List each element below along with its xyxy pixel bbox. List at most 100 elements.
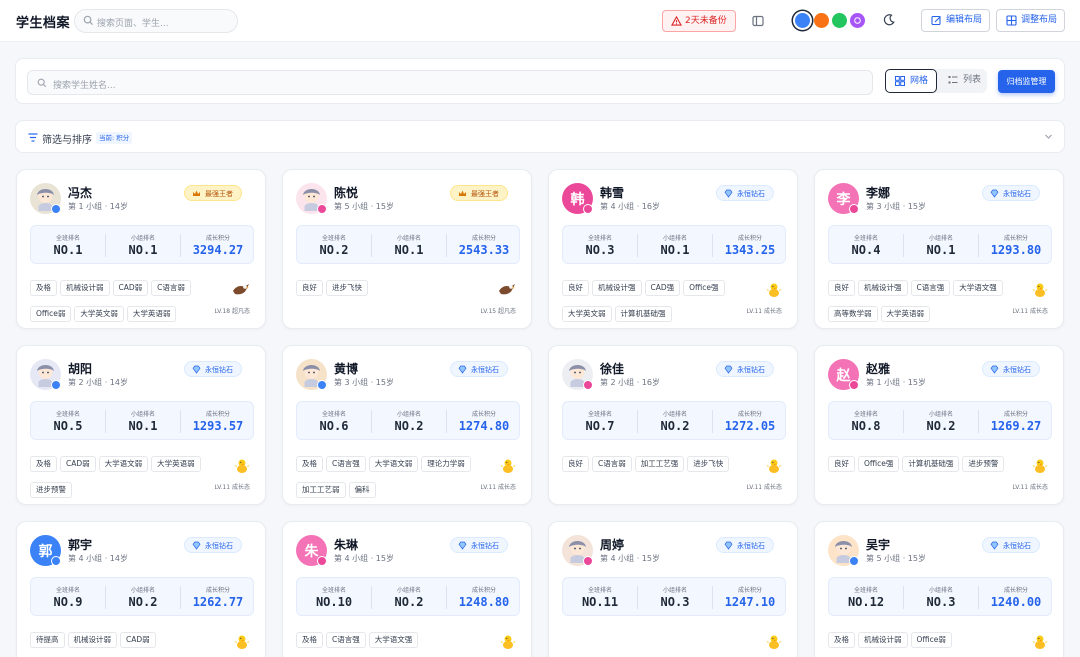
group-rank-value: NO.1: [660, 243, 690, 257]
male-gender-icon: [849, 556, 859, 566]
group-rank-label: 小组排名: [130, 235, 155, 242]
group-rank: 小组排名 NO.1: [106, 226, 180, 265]
level-text: LV.11 成长态: [746, 484, 782, 491]
group-rank: 小组排名 NO.1: [106, 402, 180, 441]
male-gender-icon: [51, 556, 61, 566]
growth-score-value: 2543.33: [458, 243, 510, 257]
student-tag: 及格: [828, 632, 855, 648]
overall-rank-value: NO.6: [319, 419, 349, 433]
student-tag: 良好: [828, 280, 855, 296]
theme-color-blue[interactable]: [795, 13, 810, 28]
grid-view-label: 网格: [910, 76, 929, 86]
theme-color-purple[interactable]: [850, 13, 865, 28]
student-name: 李娜: [866, 186, 891, 200]
growth-score-value: 1262.77: [192, 595, 244, 609]
overall-rank-value: NO.2: [319, 243, 349, 257]
student-group-age: 第 5 小组 · 15岁: [334, 202, 394, 211]
student-tag: 机械设计弱: [67, 632, 117, 648]
female-gender-icon: [317, 556, 327, 566]
edit-layout-button[interactable]: 编辑布局: [921, 9, 990, 32]
student-card[interactable]: 冯杰 第 1 小组 · 14岁 最强王者 全班排名 NO.1 小组排名 NO.1…: [16, 169, 266, 329]
student-tag: CAD强: [644, 280, 681, 296]
student-group-age: 第 5 小组 · 15岁: [866, 554, 926, 563]
student-tag: 进步预警: [30, 482, 72, 498]
overall-rank: 全班排名 NO.1: [31, 226, 105, 265]
student-card[interactable]: 周婷 第 4 小组 · 15岁 永恒钻石 全班排名 NO.11 小组排名 NO.…: [548, 521, 798, 657]
global-search-placeholder: 搜索页面、学生...: [97, 19, 169, 29]
student-tag: 大学英语弱: [126, 306, 177, 322]
student-group-age: 第 2 小组 · 16岁: [600, 378, 660, 387]
grid-view-button[interactable]: 网格: [885, 69, 937, 93]
group-rank-label: 小组排名: [662, 235, 687, 242]
ranking-stats: 全班排名 NO.8 小组排名 NO.2 成长积分 1269.27: [828, 401, 1052, 440]
student-card[interactable]: 徐佳 第 2 小组 · 16岁 永恒钻石 全班排名 NO.7 小组排名 NO.2…: [548, 345, 798, 505]
archive-manage-button[interactable]: 归档监管理: [998, 70, 1055, 93]
list-view-label: 列表: [963, 75, 982, 85]
growth-score-value: 1248.80: [458, 595, 510, 609]
student-card[interactable]: 韩 韩雪 第 4 小组 · 16岁 永恒钻石 全班排名 NO.3 小组排名 NO…: [548, 169, 798, 329]
edit-icon: [931, 15, 941, 26]
group-rank-value: NO.1: [128, 243, 158, 257]
rank-title: 永恒钻石: [1003, 366, 1031, 374]
student-search-input[interactable]: 搜索学生姓名...: [27, 70, 873, 95]
group-rank: 小组排名 NO.1: [638, 226, 712, 265]
student-card[interactable]: 李 李娜 第 3 小组 · 15岁 永恒钻石 全班排名 NO.4 小组排名 NO…: [814, 169, 1064, 329]
student-tag: 及格: [30, 280, 57, 296]
theme-color-green[interactable]: [832, 13, 847, 28]
group-rank-label: 小组排名: [928, 411, 953, 418]
growth-score-label: 成长积分: [737, 587, 762, 594]
backup-warning-badge[interactable]: 2天未备份: [662, 10, 736, 32]
growth-score-value: 1274.80: [458, 419, 510, 433]
growth-score-value: 1343.25: [724, 243, 776, 257]
sidebar-toggle-icon[interactable]: [750, 13, 766, 29]
student-tag: 良好: [296, 280, 323, 296]
rank-badge: 永恒钻石: [716, 185, 774, 201]
diamond-icon: [724, 365, 733, 374]
student-card[interactable]: 胡阳 第 2 小组 · 14岁 永恒钻石 全班排名 NO.5 小组排名 NO.1…: [16, 345, 266, 505]
dark-mode-icon[interactable]: [882, 13, 896, 27]
growth-score: 成长积分 3294.27: [181, 226, 255, 265]
theme-color-orange[interactable]: [814, 13, 829, 28]
chevron-down-icon[interactable]: [1044, 132, 1053, 141]
eagle-icon: [233, 284, 249, 295]
rank-title: 永恒钻石: [471, 542, 499, 550]
rank-badge: 永恒钻石: [450, 361, 508, 377]
growth-score-label: 成长积分: [471, 235, 496, 242]
growth-score-value: 1269.27: [990, 419, 1042, 433]
growth-score-value: 1293.80: [990, 243, 1042, 257]
growth-score-label: 成长积分: [1003, 235, 1028, 242]
student-tag: C语言强: [326, 632, 366, 648]
overall-rank: 全班排名 NO.2: [297, 226, 371, 265]
student-card[interactable]: 陈悦 第 5 小组 · 15岁 最强王者 全班排名 NO.2 小组排名 NO.1…: [282, 169, 532, 329]
student-card[interactable]: 郭 郭宇 第 4 小组 · 14岁 永恒钻石 全班排名 NO.9 小组排名 NO…: [16, 521, 266, 657]
student-card[interactable]: 赵 赵雅 第 1 小组 · 15岁 永恒钻石 全班排名 NO.8 小组排名 NO…: [814, 345, 1064, 505]
growth-score-label: 成长积分: [737, 235, 762, 242]
student-tag: 偏科: [348, 482, 376, 498]
overall-rank-label: 全班排名: [321, 411, 346, 418]
rank-title: 永恒钻石: [205, 366, 233, 374]
growth-score-value: 1247.10: [724, 595, 776, 609]
female-gender-icon: [317, 204, 327, 214]
global-search-input[interactable]: 搜索页面、学生...: [74, 9, 238, 33]
palette-icon: [854, 17, 861, 24]
student-name: 韩雪: [600, 186, 625, 200]
growth-score: 成长积分 1272.05: [713, 402, 787, 441]
list-view-button[interactable]: 列表: [939, 69, 987, 93]
student-card[interactable]: 朱 朱琳 第 4 小组 · 15岁 永恒钻石 全班排名 NO.10 小组排名 N…: [282, 521, 532, 657]
growth-score-value: 1240.00: [990, 595, 1042, 609]
chick-icon: [500, 459, 516, 473]
growth-score-label: 成长积分: [471, 587, 496, 594]
student-card[interactable]: 吴宇 第 5 小组 · 15岁 永恒钻石 全班排名 NO.12 小组排名 NO.…: [814, 521, 1064, 657]
adjust-layout-button[interactable]: 调整布局: [996, 9, 1065, 32]
ranking-stats: 全班排名 NO.10 小组排名 NO.2 成长积分 1248.80: [296, 577, 520, 616]
female-gender-icon: [849, 204, 859, 214]
level-text: LV.11 成长态: [1012, 484, 1048, 491]
group-rank-label: 小组排名: [396, 411, 421, 418]
chick-icon: [1032, 459, 1048, 473]
filter-sort-bar[interactable]: 筛选与排序 当前: 积分: [15, 120, 1065, 153]
student-card[interactable]: 黄博 第 3 小组 · 15岁 永恒钻石 全班排名 NO.6 小组排名 NO.2…: [282, 345, 532, 505]
grid-icon: [895, 76, 905, 86]
tag-list: 及格 CAD弱 大学语文弱 大学英语弱进步预警: [30, 451, 210, 503]
ranking-stats: 全班排名 NO.9 小组排名 NO.2 成长积分 1262.77: [30, 577, 254, 616]
rank-title: 永恒钻石: [1003, 542, 1031, 550]
